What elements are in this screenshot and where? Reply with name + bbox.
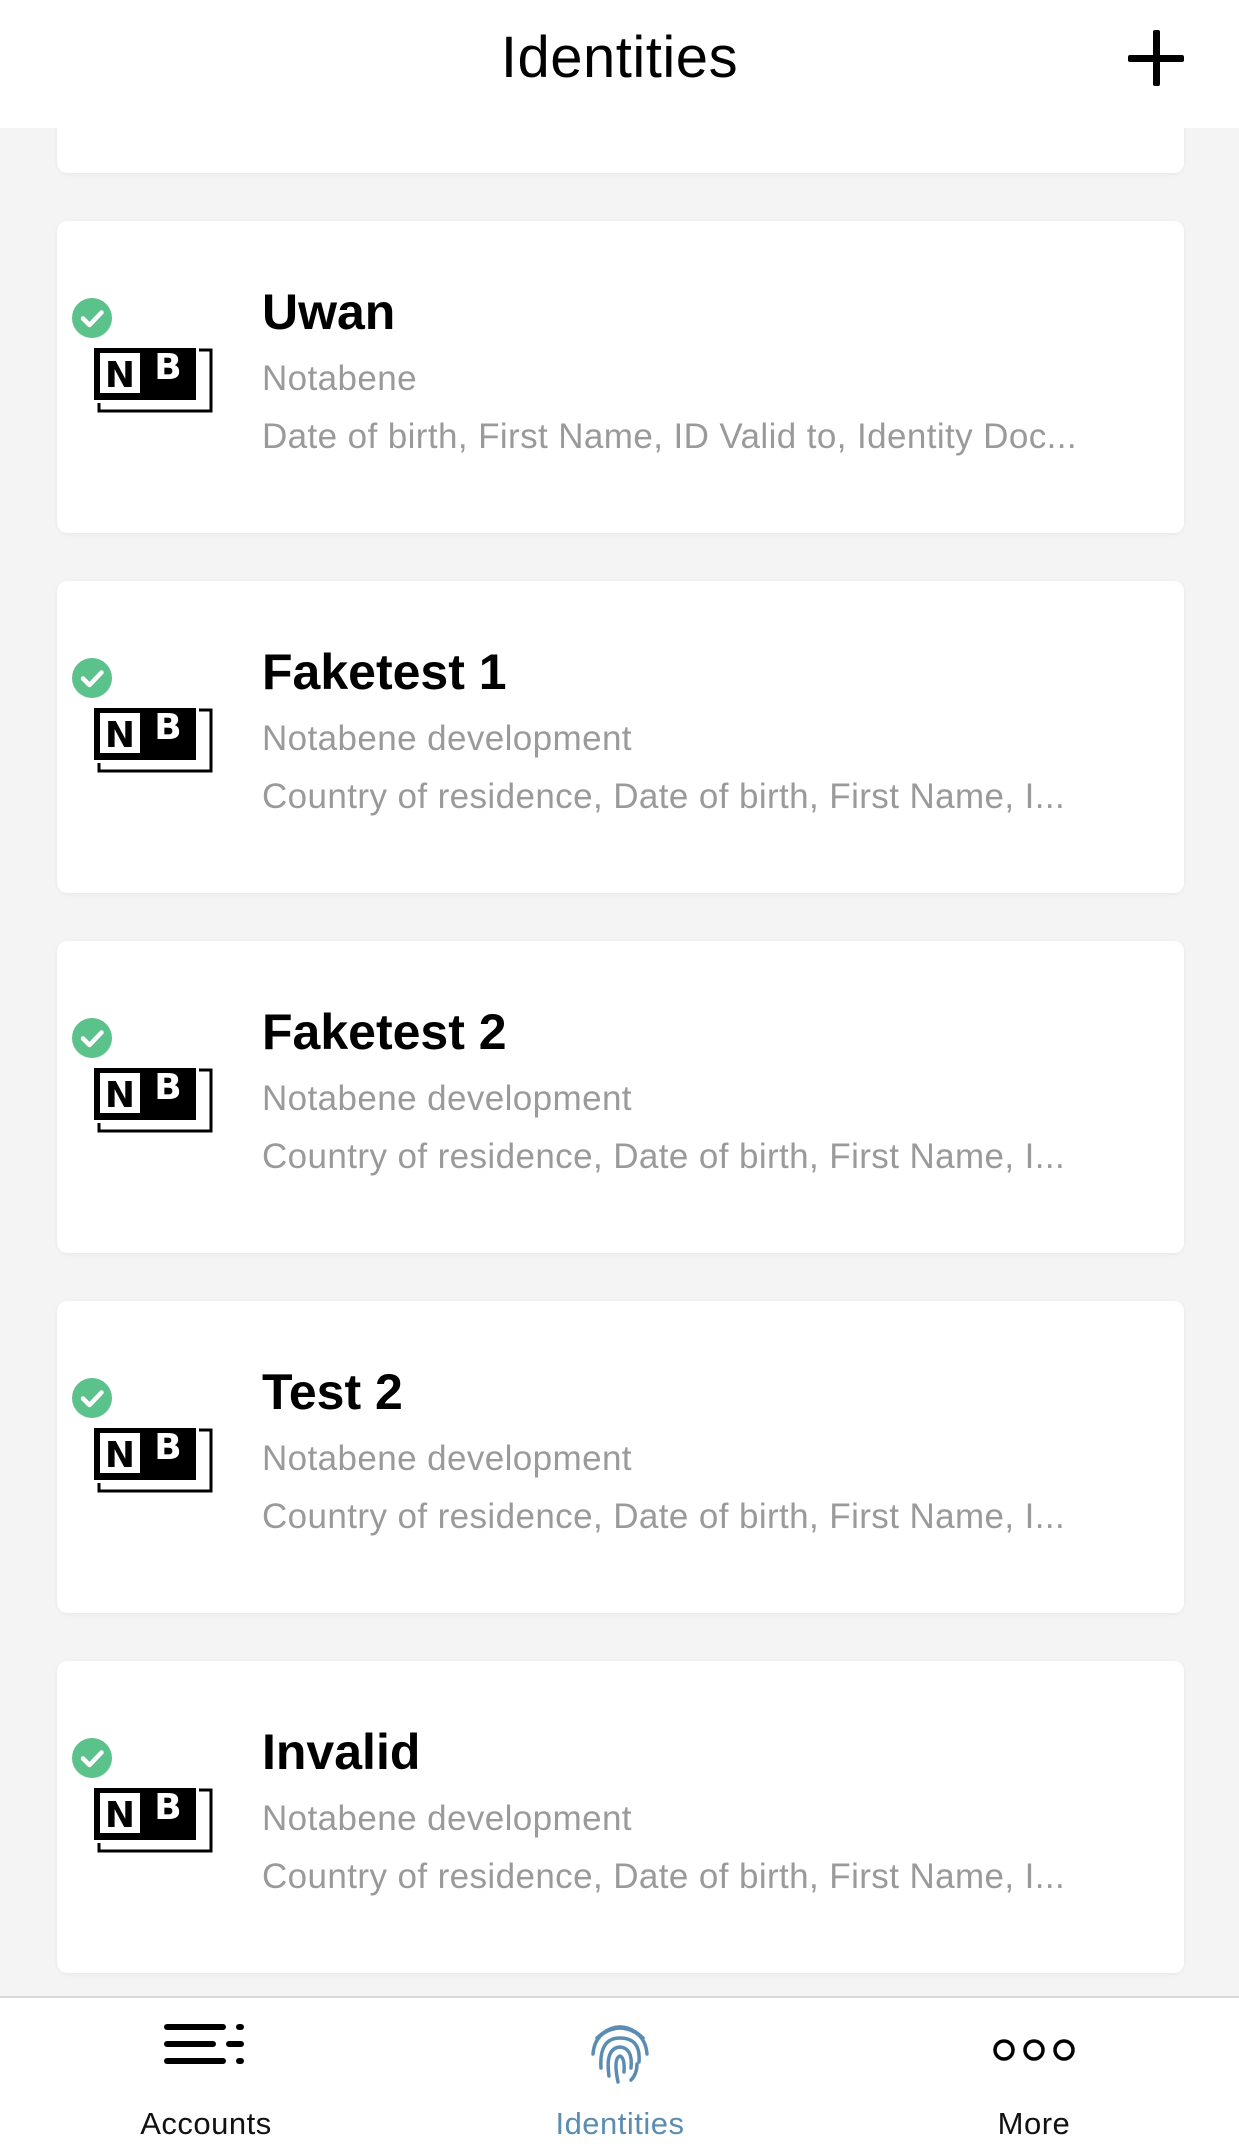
identity-list[interactable]: N B Uwan Notabene Date of birth, First N… bbox=[0, 0, 1239, 2000]
identity-fields: Date of birth, First Name, ID Valid to, … bbox=[262, 417, 1077, 456]
logo-letter-b: B bbox=[154, 707, 181, 748]
notabene-logo-icon: N B bbox=[91, 1425, 213, 1493]
logo-letter-n: N bbox=[105, 1435, 135, 1476]
tab-bar: Accounts Identities More bbox=[0, 1996, 1239, 2146]
logo-letter-n: N bbox=[105, 355, 135, 396]
identity-fields: Country of residence, Date of birth, Fir… bbox=[262, 1137, 1066, 1176]
identity-fields: Country of residence, Date of birth, Fir… bbox=[262, 777, 1066, 816]
identity-issuer: Notabene development bbox=[262, 1079, 632, 1118]
identity-card[interactable]: N B Test 2 Notabene development Country … bbox=[57, 1301, 1184, 1613]
verified-check-icon bbox=[72, 1738, 112, 1778]
verified-check-icon bbox=[72, 658, 112, 698]
verified-check-icon bbox=[72, 1018, 112, 1058]
accounts-menu-icon bbox=[164, 2024, 244, 2064]
tab-more-label: More bbox=[997, 2106, 1071, 2141]
logo-letter-n: N bbox=[105, 715, 135, 756]
tab-more[interactable]: More bbox=[884, 1998, 1184, 2146]
logo-letter-n: N bbox=[105, 1075, 135, 1116]
tab-identities-label: Identities bbox=[555, 2106, 685, 2141]
logo-letter-b: B bbox=[154, 1787, 181, 1828]
notabene-logo-icon: N B bbox=[91, 705, 213, 773]
identity-card[interactable]: N B Faketest 2 Notabene development Coun… bbox=[57, 941, 1184, 1253]
identity-title: Uwan bbox=[262, 284, 396, 340]
identity-fields: Country of residence, Date of birth, Fir… bbox=[262, 1497, 1066, 1536]
page-title: Identities bbox=[500, 25, 739, 90]
fingerprint-icon bbox=[591, 2025, 649, 2084]
identity-card[interactable]: N B Invalid Notabene development Country… bbox=[57, 1661, 1184, 1973]
verified-check-icon bbox=[72, 1378, 112, 1418]
verified-check-icon bbox=[72, 298, 112, 338]
identity-title: Invalid bbox=[262, 1724, 421, 1780]
identity-title: Faketest 1 bbox=[262, 644, 507, 700]
tab-identities[interactable]: Identities bbox=[470, 1998, 770, 2146]
logo-letter-b: B bbox=[154, 347, 181, 388]
identity-title: Test 2 bbox=[262, 1364, 403, 1420]
identity-issuer: Notabene development bbox=[262, 719, 632, 758]
header: Identities bbox=[0, 0, 1239, 128]
identity-fields: Country of residence, Date of birth, Fir… bbox=[262, 1857, 1066, 1896]
logo-letter-b: B bbox=[154, 1067, 181, 1108]
more-dots-icon bbox=[993, 2039, 1075, 2061]
logo-letter-b: B bbox=[154, 1427, 181, 1468]
identity-issuer: Notabene development bbox=[262, 1439, 632, 1478]
identity-card[interactable]: N B Faketest 1 Notabene development Coun… bbox=[57, 581, 1184, 893]
identity-card[interactable]: N B Uwan Notabene Date of birth, First N… bbox=[57, 221, 1184, 533]
tab-accounts[interactable]: Accounts bbox=[56, 1998, 356, 2146]
identity-title: Faketest 2 bbox=[262, 1004, 507, 1060]
add-identity-button[interactable] bbox=[1128, 30, 1184, 86]
logo-letter-n: N bbox=[105, 1795, 135, 1836]
notabene-logo-icon: N B bbox=[91, 1065, 213, 1133]
tab-accounts-label: Accounts bbox=[140, 2106, 272, 2141]
notabene-logo-icon: N B bbox=[91, 1785, 213, 1853]
identity-issuer: Notabene bbox=[262, 359, 417, 398]
notabene-logo-icon: N B bbox=[91, 345, 213, 413]
identity-issuer: Notabene development bbox=[262, 1799, 632, 1838]
